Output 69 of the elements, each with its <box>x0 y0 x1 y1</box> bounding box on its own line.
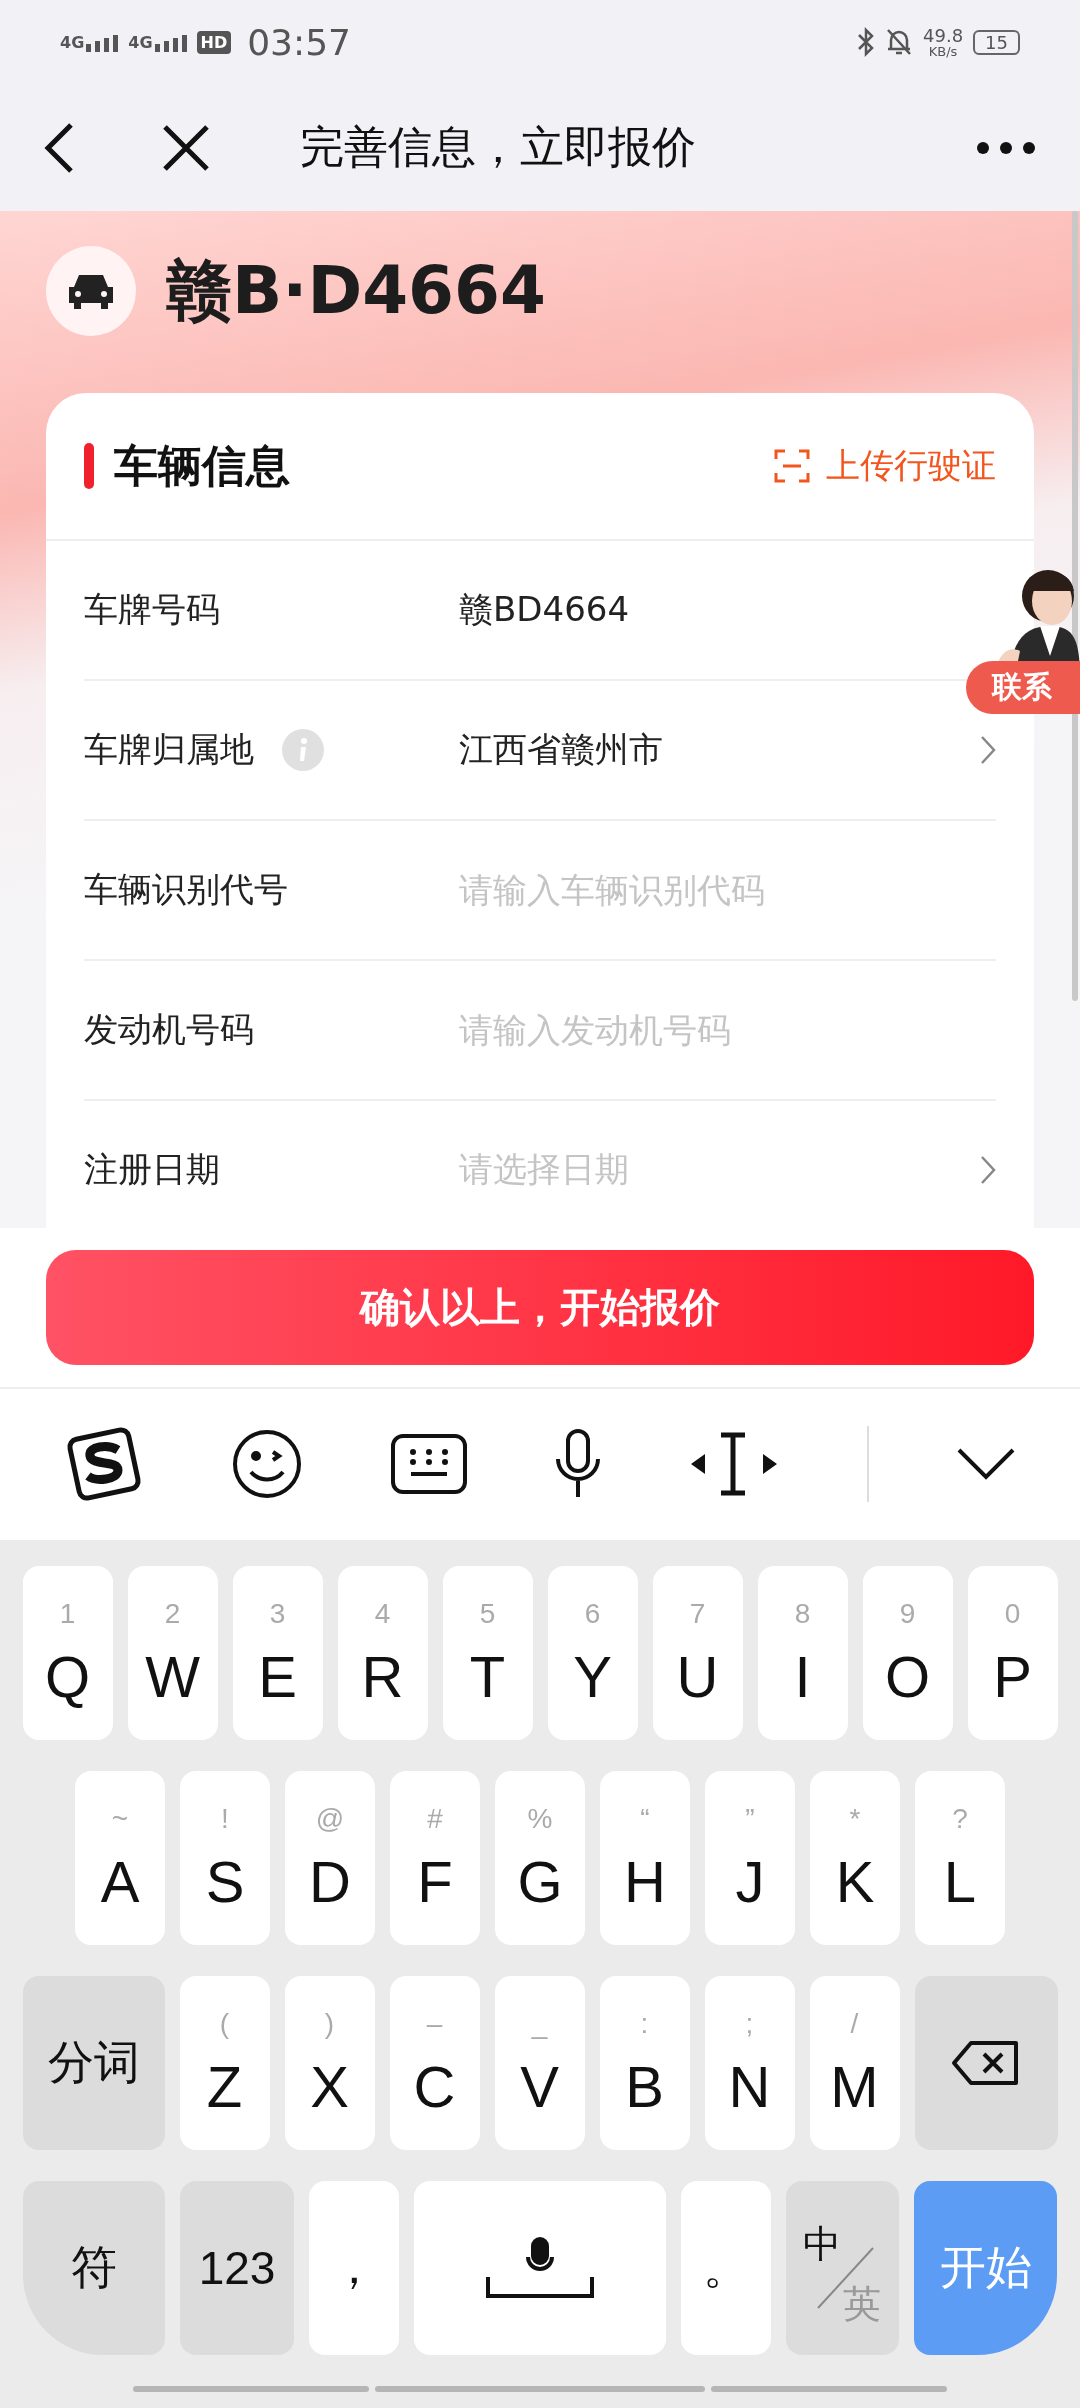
letter-key[interactable]: ? L <box>915 1771 1005 1945</box>
letter-key[interactable]: “ H <box>600 1771 690 1945</box>
input-field[interactable]: 请输入车辆识别代码 <box>459 870 996 911</box>
letter-key[interactable]: @ D <box>285 1771 375 1945</box>
field-label: 注册日期 <box>84 1148 220 1192</box>
clock: 03:57 <box>247 21 351 63</box>
letter-key[interactable]: ! S <box>180 1771 270 1945</box>
letter-key[interactable]: 9 O <box>862 1566 953 1740</box>
microphone-icon[interactable] <box>553 1429 602 1500</box>
segment-key[interactable]: 分词 <box>22 1976 165 2150</box>
letter-key[interactable]: % G <box>495 1771 585 1945</box>
section-title: 车辆信息 <box>114 438 291 493</box>
letter-key[interactable]: : B <box>599 1976 690 2150</box>
page-title: 完善信息，立即报价 <box>300 120 697 175</box>
field-label: 车牌归属地 <box>84 728 254 772</box>
letter-key[interactable]: _ V <box>494 1976 585 2150</box>
field-label: 车辆识别代号 <box>84 868 288 912</box>
bluetooth-icon <box>857 27 875 58</box>
punctuation-key[interactable]: ， <box>309 2181 399 2355</box>
language-switch-key[interactable]: 中 英 <box>786 2181 899 2355</box>
letter-key[interactable]: / M <box>809 1976 900 2150</box>
signal-icon <box>154 32 187 53</box>
letter-key[interactable]: ” J <box>705 1771 795 1945</box>
license-plate: 赣B·D4664 <box>166 251 546 332</box>
back-icon[interactable] <box>44 121 74 174</box>
letter-key[interactable]: 3 E <box>232 1566 323 1740</box>
backspace-key[interactable] <box>914 1976 1058 2150</box>
letter-key[interactable]: ; N <box>704 1976 795 2150</box>
network-speed: 49.8 <box>923 26 964 45</box>
letter-key[interactable]: 4 R <box>337 1566 428 1740</box>
network-type: 4G <box>128 33 153 53</box>
language-switch-drawing: 中 英 <box>792 2213 893 2323</box>
microphone-space-icon <box>486 2237 594 2299</box>
letter-key[interactable]: 8 I <box>757 1566 848 1740</box>
numbers-key[interactable]: 123 <box>180 2181 294 2355</box>
punctuation-key[interactable]: 。 <box>681 2181 771 2355</box>
emoji-icon[interactable] <box>231 1428 304 1501</box>
symbols-key[interactable]: 符 <box>23 2181 165 2355</box>
battery-level: 15 <box>973 29 1020 55</box>
letter-key[interactable]: * K <box>810 1771 900 1945</box>
letter-key[interactable]: 1 Q <box>22 1566 113 1740</box>
close-icon[interactable] <box>162 123 210 172</box>
letter-key[interactable]: 7 U <box>652 1566 743 1740</box>
input-field[interactable]: 请输入发动机号码 <box>459 1010 996 1051</box>
select-field[interactable]: 江西省赣州市 <box>459 727 980 774</box>
collapse-icon[interactable] <box>956 1447 1017 1482</box>
scan-icon <box>774 449 810 484</box>
more-icon[interactable] <box>976 140 1036 155</box>
letter-key[interactable]: ( Z <box>179 1976 270 2150</box>
letter-key[interactable]: 5 T <box>442 1566 533 1740</box>
letter-key[interactable]: ~ A <box>75 1771 165 1945</box>
signal-icon <box>86 32 119 53</box>
hd-badge: HD <box>196 30 232 54</box>
space-key[interactable] <box>414 2181 666 2355</box>
field-label: 车牌号码 <box>84 588 220 632</box>
letter-key[interactable]: 6 Y <box>547 1566 638 1740</box>
letter-key[interactable]: – C <box>389 1976 480 2150</box>
field-label: 发动机号码 <box>84 1008 254 1052</box>
keyboard-icon[interactable] <box>390 1434 467 1495</box>
speed-unit: KB/s <box>928 44 958 58</box>
letter-key[interactable]: 2 W <box>127 1566 218 1740</box>
submit-quote-button[interactable]: 确认以上，开始报价 <box>46 1249 1034 1365</box>
letter-key[interactable]: 0 P <box>967 1566 1058 1740</box>
network-type: 4G <box>60 33 85 53</box>
accent-bar <box>84 443 94 490</box>
backspace-icon <box>951 2040 1021 2086</box>
letter-key[interactable]: # F <box>390 1771 480 1945</box>
letter-key[interactable]: ) X <box>284 1976 375 2150</box>
field-value: 赣BD4664 <box>459 588 631 632</box>
